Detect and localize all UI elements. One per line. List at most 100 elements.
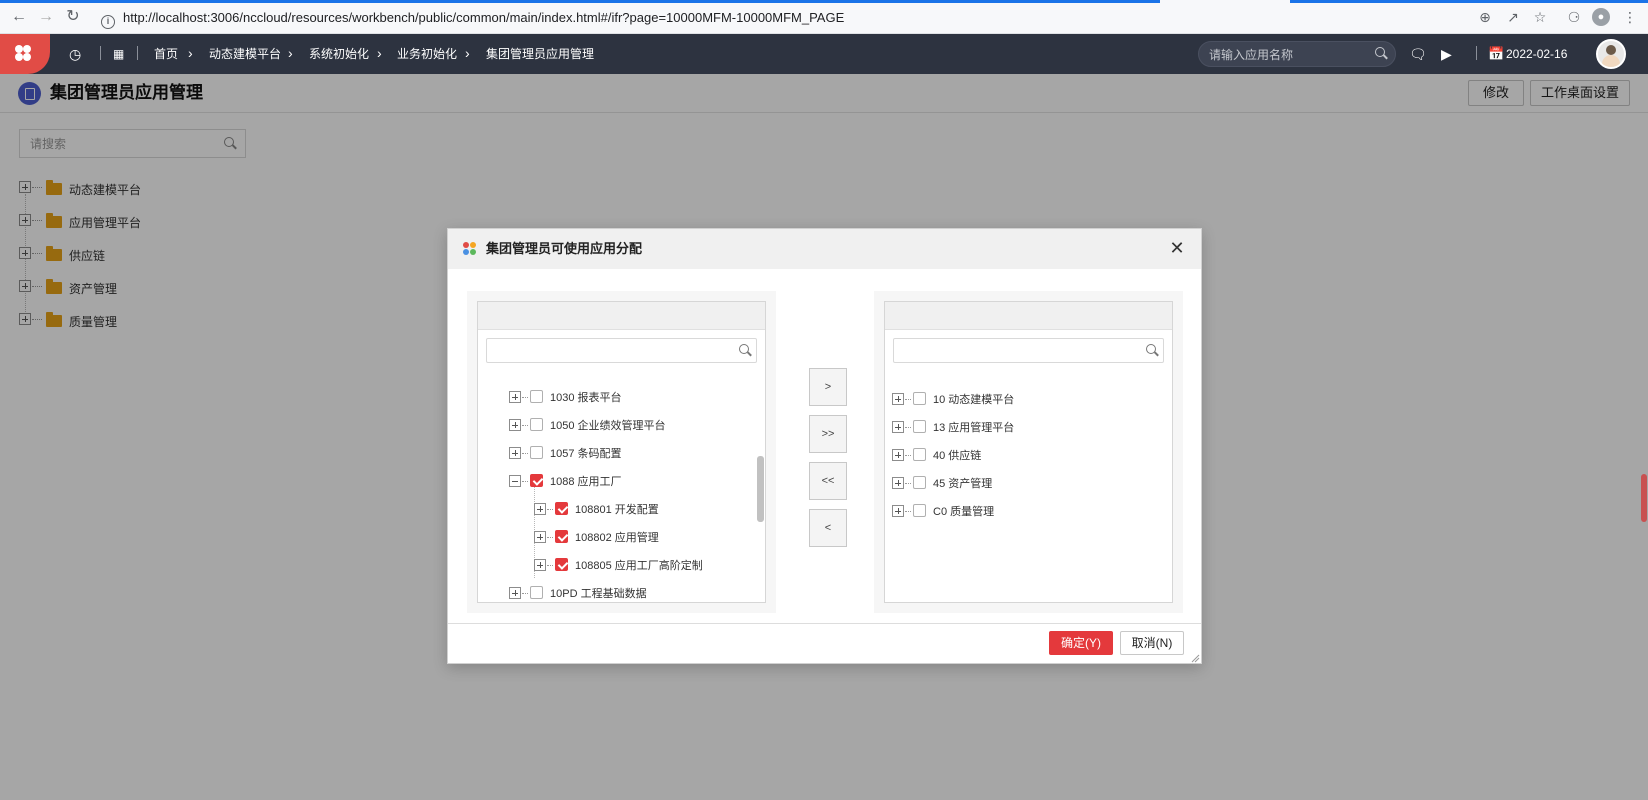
- expand-icon[interactable]: [534, 559, 546, 571]
- avatar[interactable]: [1596, 39, 1626, 69]
- node-checkbox[interactable]: [555, 558, 568, 571]
- node-checkbox[interactable]: [530, 390, 543, 403]
- expand-icon[interactable]: [892, 505, 904, 517]
- expand-icon[interactable]: [892, 477, 904, 489]
- target-search-input[interactable]: [900, 343, 1130, 359]
- node-checkbox[interactable]: [530, 446, 543, 459]
- breadcrumb-item[interactable]: 业务初始化: [397, 46, 457, 62]
- tree-node-label[interactable]: 45 资产管理: [933, 477, 992, 491]
- close-icon[interactable]: ✕: [1166, 237, 1188, 259]
- tree-node-label[interactable]: 1057 条码配置: [550, 447, 622, 461]
- expand-icon[interactable]: [509, 447, 521, 459]
- expand-icon[interactable]: [892, 393, 904, 405]
- target-panel: 10 动态建模平台 13 应用管理平台 40 供应链 45 资产管理 C0 质量…: [884, 301, 1173, 603]
- breadcrumb-current: 集团管理员应用管理: [486, 47, 595, 61]
- app-search-input[interactable]: [1209, 46, 1369, 64]
- chevron-right-icon: ›: [288, 45, 293, 61]
- collapse-icon[interactable]: [509, 475, 521, 487]
- page-scrollbar[interactable]: [1641, 474, 1647, 522]
- node-checkbox[interactable]: [913, 392, 926, 405]
- source-panel-header: [478, 302, 765, 330]
- tab-strip-indicator: [0, 0, 1160, 3]
- tab-strip-indicator: [1290, 0, 1648, 3]
- source-search-input[interactable]: [493, 343, 723, 359]
- target-panel-frame: 10 动态建模平台 13 应用管理平台 40 供应链 45 资产管理 C0 质量…: [874, 291, 1183, 613]
- forward-arrow-icon[interactable]: →: [37, 8, 55, 26]
- move-all-left-button[interactable]: <<: [809, 462, 847, 500]
- node-checkbox[interactable]: [555, 530, 568, 543]
- expand-icon[interactable]: [509, 391, 521, 403]
- share-icon[interactable]: ↗: [1504, 8, 1522, 26]
- node-checkbox[interactable]: [913, 504, 926, 517]
- dialog-title: 集团管理员可使用应用分配: [486, 241, 643, 256]
- dialog-header: 集团管理员可使用应用分配 ✕: [448, 229, 1201, 269]
- tree-node-label[interactable]: 1030 报表平台: [550, 391, 622, 405]
- app-logo[interactable]: [0, 34, 50, 74]
- info-icon[interactable]: i: [101, 15, 115, 29]
- search-icon[interactable]: [1375, 47, 1389, 61]
- expand-icon[interactable]: [892, 449, 904, 461]
- expand-icon[interactable]: [509, 419, 521, 431]
- header-date: 2022-02-16: [1506, 47, 1568, 61]
- source-search[interactable]: [486, 338, 757, 363]
- app-search[interactable]: [1198, 41, 1396, 67]
- move-all-right-button[interactable]: >>: [809, 415, 847, 453]
- tree-node-label[interactable]: 13 应用管理平台: [933, 421, 1014, 435]
- star-icon[interactable]: ☆: [1531, 8, 1549, 26]
- breadcrumb-item[interactable]: 动态建模平台: [209, 46, 281, 62]
- move-left-button[interactable]: <: [809, 509, 847, 547]
- expand-icon[interactable]: [892, 421, 904, 433]
- target-panel-header: [885, 302, 1172, 330]
- video-icon[interactable]: ▶: [1441, 45, 1452, 63]
- divider: [137, 46, 138, 60]
- expand-icon[interactable]: [534, 503, 546, 515]
- address-bar[interactable]: i http://localhost:3006/nccloud/resources…: [101, 6, 1481, 29]
- resize-handle-icon[interactable]: [1190, 653, 1200, 663]
- profile-icon[interactable]: ●: [1592, 8, 1610, 26]
- tree-node-label[interactable]: 10PD 工程基础数据: [550, 587, 647, 601]
- node-checkbox[interactable]: [913, 420, 926, 433]
- tree-node-label[interactable]: 1050 企业绩效管理平台: [550, 419, 666, 433]
- tree-node-label[interactable]: 108801 开发配置: [575, 503, 659, 517]
- reload-icon[interactable]: ↻: [64, 8, 82, 26]
- node-checkbox[interactable]: [530, 474, 543, 487]
- chevron-right-icon: ›: [465, 45, 470, 61]
- ok-button[interactable]: 确定(Y): [1049, 631, 1113, 655]
- search-icon[interactable]: [1146, 344, 1160, 358]
- node-checkbox[interactable]: [913, 476, 926, 489]
- back-arrow-icon[interactable]: ←: [10, 8, 28, 26]
- clock-icon[interactable]: ◷: [69, 45, 81, 63]
- message-icon[interactable]: 🗨: [1409, 45, 1427, 63]
- calendar-icon[interactable]: 📅: [1488, 45, 1504, 63]
- node-checkbox[interactable]: [530, 418, 543, 431]
- more-icon[interactable]: ⋮: [1621, 8, 1639, 26]
- breadcrumb-home[interactable]: 首页: [154, 46, 178, 62]
- expand-icon[interactable]: [534, 531, 546, 543]
- tree-node-label[interactable]: 10 动态建模平台: [933, 393, 1014, 407]
- tree-node-label[interactable]: 108802 应用管理: [575, 531, 659, 545]
- browser-toolbar: ← → ↻ i http://localhost:3006/nccloud/res…: [0, 0, 1648, 34]
- target-search[interactable]: [893, 338, 1164, 363]
- tree-node-label[interactable]: 108805 应用工厂高阶定制: [575, 559, 703, 573]
- chevron-right-icon: ›: [377, 45, 382, 61]
- search-icon[interactable]: [739, 344, 753, 358]
- tree-node-label[interactable]: 1088 应用工厂: [550, 475, 622, 489]
- node-checkbox[interactable]: [913, 448, 926, 461]
- move-right-button[interactable]: >: [809, 368, 847, 406]
- zoom-icon[interactable]: ⊕: [1476, 8, 1494, 26]
- cancel-button[interactable]: 取消(N): [1120, 631, 1184, 655]
- tree-node-label[interactable]: 40 供应链: [933, 449, 981, 463]
- url-text: http://localhost:3006/nccloud/resources/…: [123, 10, 845, 25]
- assign-apps-dialog: 集团管理员可使用应用分配 ✕ 1030 报表平台 1050 企业绩效管理平台 1…: [447, 228, 1202, 664]
- app-logo-icon: [463, 242, 477, 256]
- extensions-icon[interactable]: ⚆: [1565, 8, 1583, 26]
- source-scrollbar[interactable]: [757, 456, 764, 522]
- app-header: ◷ ▦ 首页 › 动态建模平台 › 系统初始化 › 业务初始化 › 集团管理员应…: [0, 34, 1648, 74]
- expand-icon[interactable]: [509, 587, 521, 599]
- document-icon[interactable]: ▦: [113, 45, 124, 63]
- tree-node-label[interactable]: C0 质量管理: [933, 505, 994, 519]
- node-checkbox[interactable]: [555, 502, 568, 515]
- divider: [100, 46, 101, 60]
- breadcrumb-item[interactable]: 系统初始化: [309, 46, 369, 62]
- node-checkbox[interactable]: [530, 586, 543, 599]
